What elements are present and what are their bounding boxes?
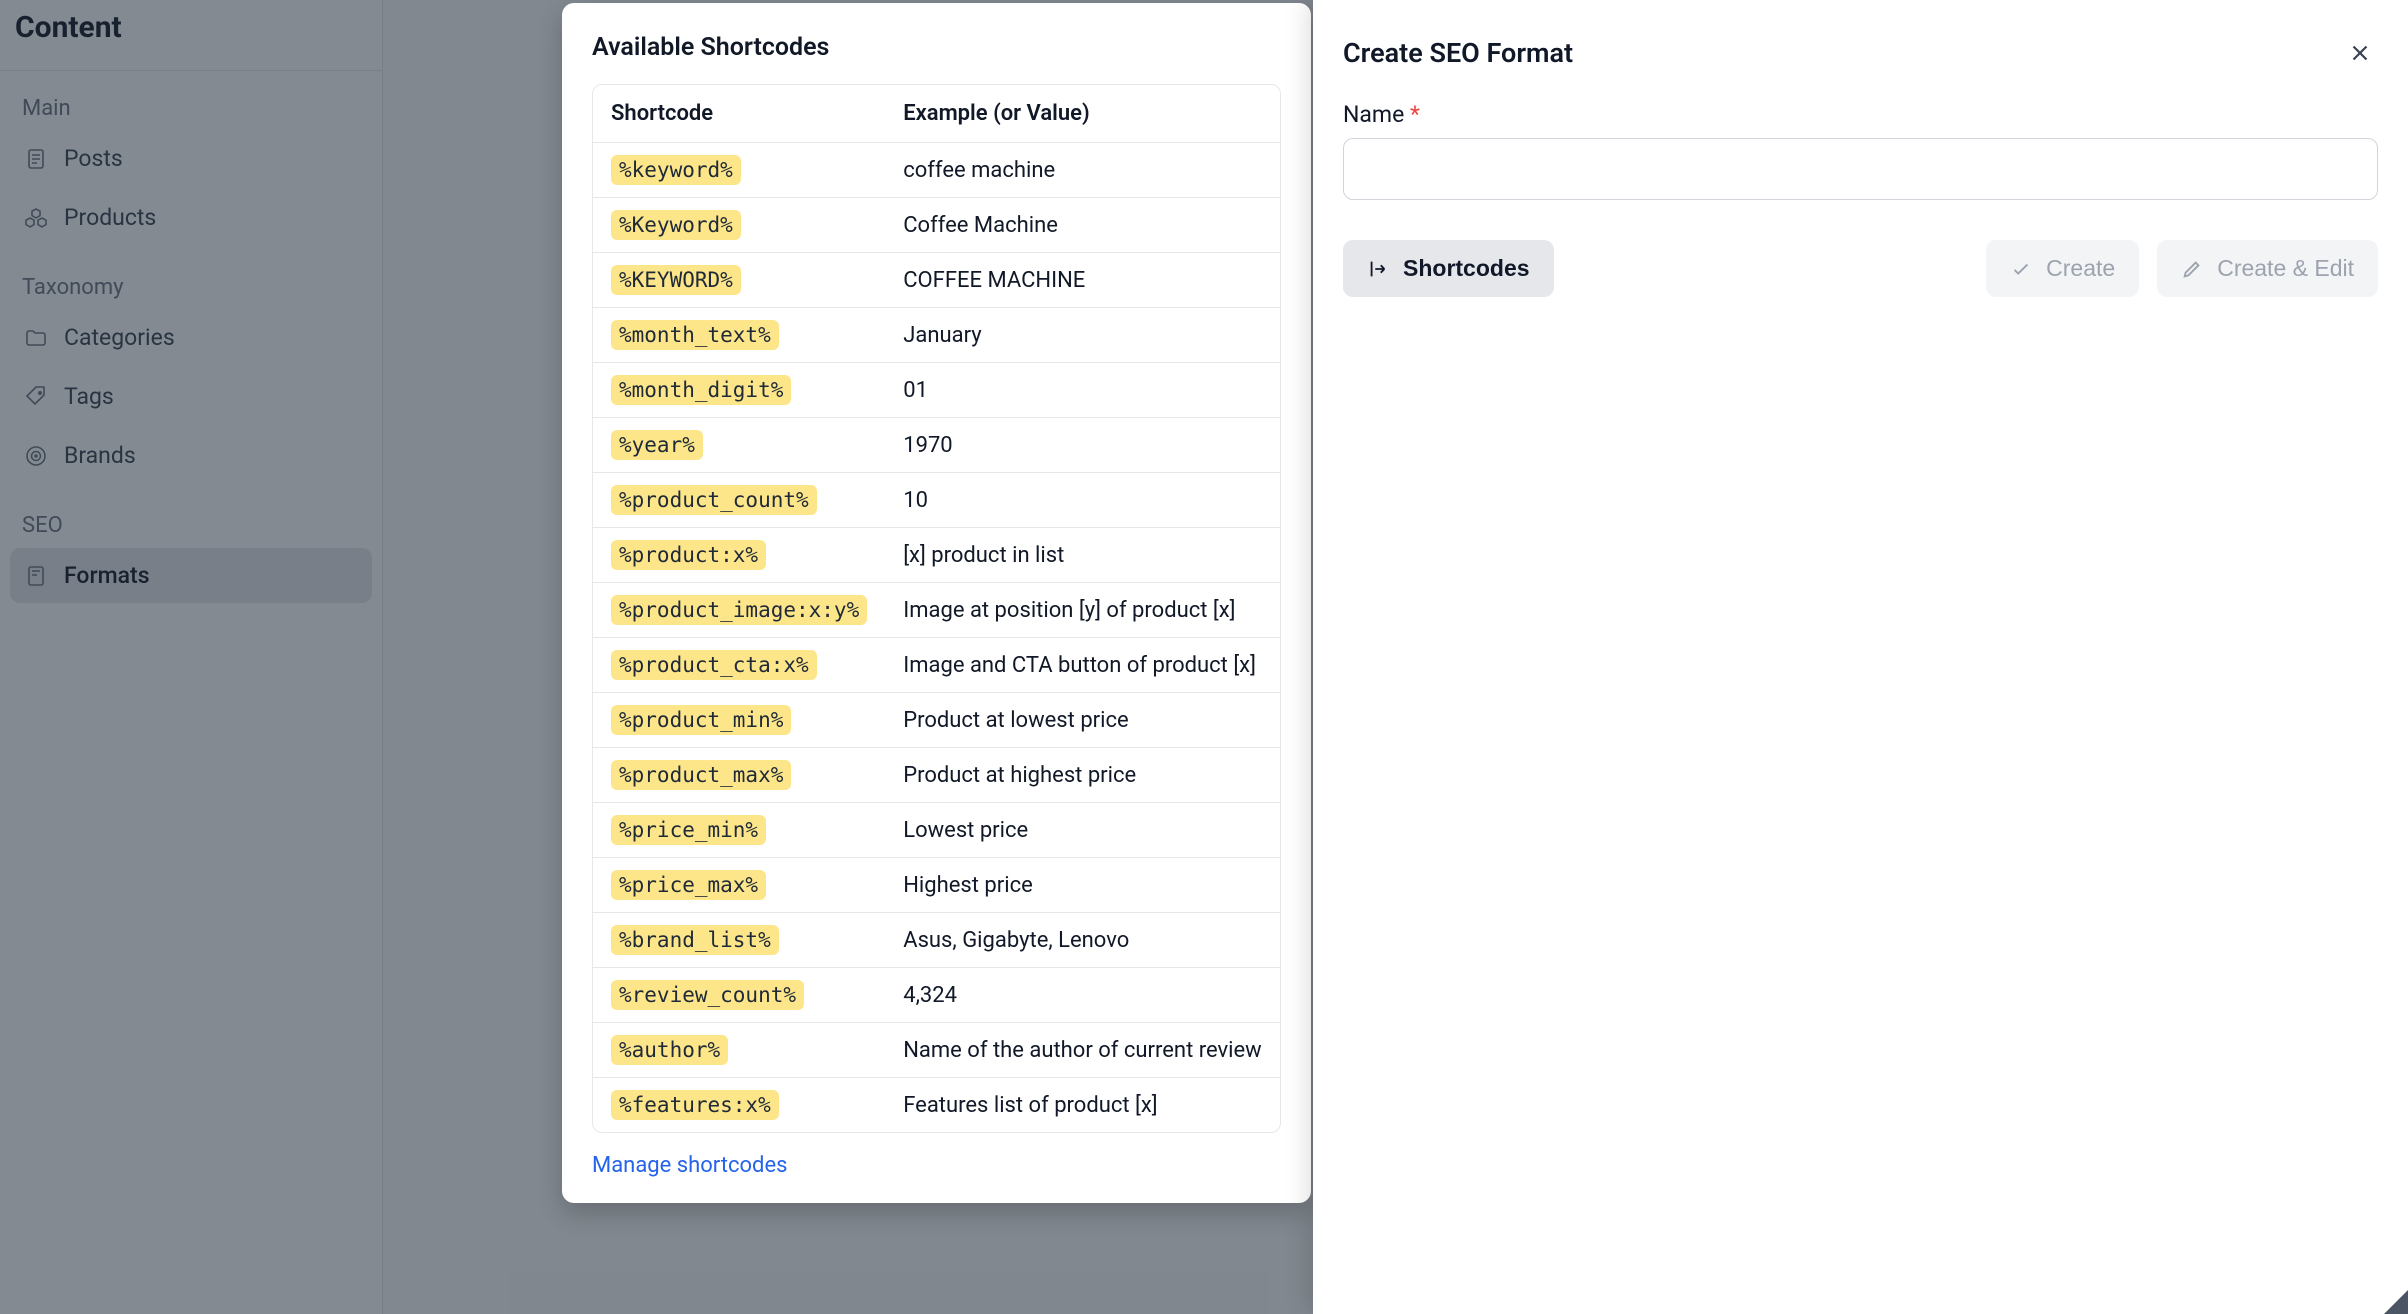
shortcode-chip[interactable]: %Keyword% — [611, 210, 741, 240]
shortcode-cell: %features:x% — [593, 1078, 885, 1132]
table-row: %price_min% Lowest price — [593, 803, 1280, 858]
shortcode-cell: %month_text% — [593, 308, 885, 363]
shortcode-cell: %price_max% — [593, 858, 885, 913]
shortcode-chip[interactable]: %month_digit% — [611, 375, 791, 405]
table-row: %product_count% 10 — [593, 473, 1280, 528]
name-label-text: Name — [1343, 101, 1404, 128]
table-row: %keyword% coffee machine — [593, 143, 1280, 198]
table-row: %product_min% Product at lowest price — [593, 693, 1280, 748]
shortcode-cell: %keyword% — [593, 143, 885, 198]
col-shortcode: Shortcode — [593, 85, 885, 143]
example-cell: Product at highest price — [885, 748, 1280, 803]
table-row: %product_cta:x% Image and CTA button of p… — [593, 638, 1280, 693]
shortcode-table: Shortcode Example (or Value) %keyword% co… — [592, 84, 1281, 1133]
shortcode-cell: %author% — [593, 1023, 885, 1078]
table-row: %product:x% [x] product in list — [593, 528, 1280, 583]
table-row: %KEYWORD% COFFEE MACHINE — [593, 253, 1280, 308]
close-button[interactable] — [2342, 35, 2378, 71]
example-cell: [x] product in list — [885, 528, 1280, 583]
create-drawer: Create SEO Format Name * Shortcodes — [1313, 0, 2408, 1314]
example-cell: Coffee Machine — [885, 198, 1280, 253]
shortcode-chip[interactable]: %product:x% — [611, 540, 766, 570]
required-star: * — [1410, 101, 1420, 128]
check-icon — [2010, 258, 2032, 280]
name-label: Name * — [1343, 101, 2378, 128]
create-edit-button[interactable]: Create & Edit — [2157, 240, 2378, 297]
example-cell: Highest price — [885, 858, 1280, 913]
shortcode-chip[interactable]: %author% — [611, 1035, 728, 1065]
example-cell: Image at position [y] of product [x] — [885, 583, 1280, 638]
example-cell: Product at lowest price — [885, 693, 1280, 748]
shortcode-cell: %Keyword% — [593, 198, 885, 253]
example-cell: Image and CTA button of product [x] — [885, 638, 1280, 693]
shortcode-chip[interactable]: %price_min% — [611, 815, 766, 845]
example-cell: COFFEE MACHINE — [885, 253, 1280, 308]
shortcode-cell: %product_max% — [593, 748, 885, 803]
shortcodes-modal: Available Shortcodes Shortcode Example (… — [562, 3, 1311, 1203]
shortcode-cell: %KEYWORD% — [593, 253, 885, 308]
button-label: Create — [2046, 255, 2115, 282]
shortcode-chip[interactable]: %product_min% — [611, 705, 791, 735]
shortcode-cell: %product_count% — [593, 473, 885, 528]
close-icon — [2347, 40, 2373, 66]
shortcode-cell: %year% — [593, 418, 885, 473]
shortcode-chip[interactable]: %features:x% — [611, 1090, 779, 1120]
table-row: %features:x% Features list of product [x] — [593, 1078, 1280, 1132]
pencil-icon — [2181, 258, 2203, 280]
button-label: Shortcodes — [1403, 255, 1530, 282]
modal-title: Available Shortcodes — [592, 33, 1281, 62]
example-cell: 1970 — [885, 418, 1280, 473]
shortcode-cell: %product_image:x:y% — [593, 583, 885, 638]
table-row: %price_max% Highest price — [593, 858, 1280, 913]
insert-icon — [1367, 258, 1389, 280]
example-cell: Features list of product [x] — [885, 1078, 1280, 1132]
example-cell: Asus, Gigabyte, Lenovo — [885, 913, 1280, 968]
button-label: Create & Edit — [2217, 255, 2354, 282]
table-row: %product_max% Product at highest price — [593, 748, 1280, 803]
shortcode-chip[interactable]: %product_count% — [611, 485, 817, 515]
shortcode-chip[interactable]: %month_text% — [611, 320, 779, 350]
table-row: %year% 1970 — [593, 418, 1280, 473]
shortcode-cell: %brand_list% — [593, 913, 885, 968]
manage-shortcodes-link[interactable]: Manage shortcodes — [592, 1153, 787, 1178]
example-cell: 01 — [885, 363, 1280, 418]
shortcode-chip[interactable]: %price_max% — [611, 870, 766, 900]
shortcode-chip[interactable]: %product_max% — [611, 760, 791, 790]
example-cell: Lowest price — [885, 803, 1280, 858]
resize-handle[interactable] — [2384, 1290, 2408, 1314]
shortcode-chip[interactable]: %product_cta:x% — [611, 650, 817, 680]
table-row: %brand_list% Asus, Gigabyte, Lenovo — [593, 913, 1280, 968]
create-button[interactable]: Create — [1986, 240, 2139, 297]
table-row: %product_image:x:y% Image at position [y]… — [593, 583, 1280, 638]
shortcode-cell: %month_digit% — [593, 363, 885, 418]
name-input[interactable] — [1343, 138, 2378, 200]
shortcode-cell: %product_cta:x% — [593, 638, 885, 693]
shortcode-chip[interactable]: %brand_list% — [611, 925, 779, 955]
shortcode-cell: %product_min% — [593, 693, 885, 748]
example-cell: January — [885, 308, 1280, 363]
example-cell: 10 — [885, 473, 1280, 528]
shortcodes-button[interactable]: Shortcodes — [1343, 240, 1554, 297]
table-row: %month_text% January — [593, 308, 1280, 363]
shortcode-cell: %price_min% — [593, 803, 885, 858]
shortcode-chip[interactable]: %product_image:x:y% — [611, 595, 867, 625]
table-row: %Keyword% Coffee Machine — [593, 198, 1280, 253]
col-example: Example (or Value) — [885, 85, 1280, 143]
drawer-title: Create SEO Format — [1343, 37, 1573, 69]
shortcode-cell: %review_count% — [593, 968, 885, 1023]
table-row: %review_count% 4,324 — [593, 968, 1280, 1023]
shortcode-chip[interactable]: %KEYWORD% — [611, 265, 741, 295]
example-cell: Name of the author of current review — [885, 1023, 1280, 1078]
shortcode-chip[interactable]: %review_count% — [611, 980, 804, 1010]
shortcode-chip[interactable]: %keyword% — [611, 155, 741, 185]
shortcode-cell: %product:x% — [593, 528, 885, 583]
table-row: %author% Name of the author of current re… — [593, 1023, 1280, 1078]
example-cell: coffee machine — [885, 143, 1280, 198]
table-row: %month_digit% 01 — [593, 363, 1280, 418]
example-cell: 4,324 — [885, 968, 1280, 1023]
shortcode-chip[interactable]: %year% — [611, 430, 703, 460]
